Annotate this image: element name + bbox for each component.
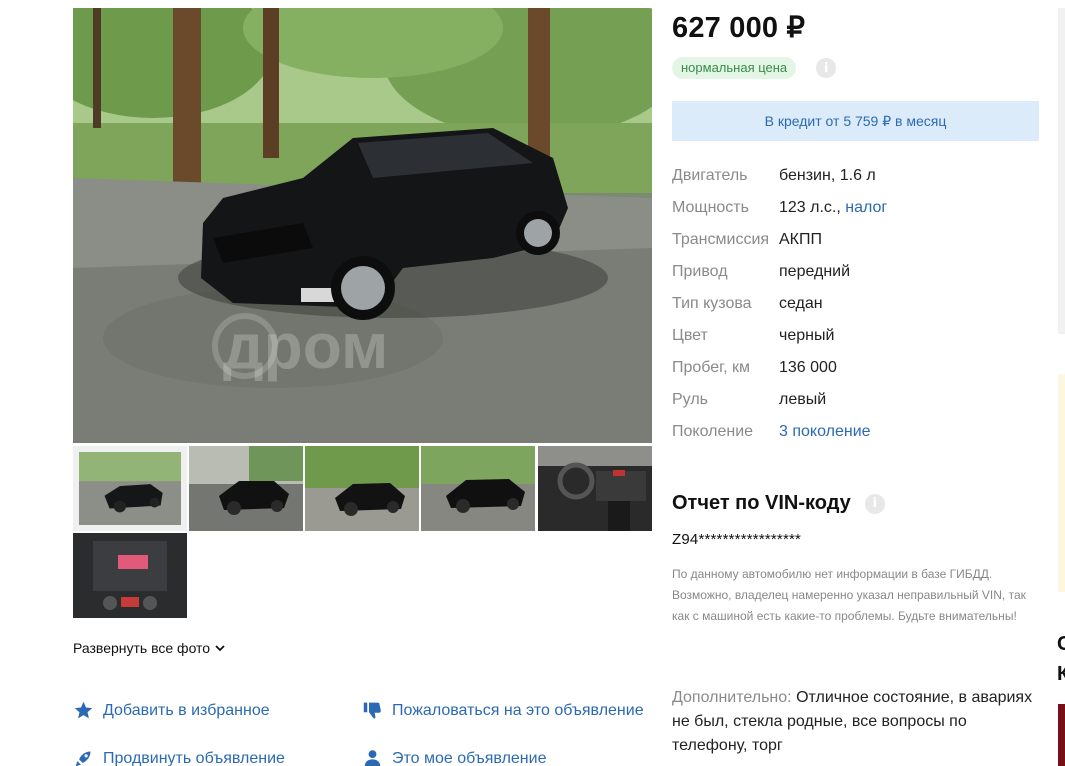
spec-row-wheel: Руль левый bbox=[672, 384, 1052, 416]
my-listing-label: Это мое объявление bbox=[392, 749, 547, 766]
promote-listing-button[interactable]: Продвинуть объявление bbox=[73, 748, 285, 766]
vin-warning-note: По данному автомобилю нет информации в б… bbox=[672, 567, 1026, 623]
generation-link[interactable]: 3 поколение bbox=[779, 423, 871, 440]
thumbnail-5[interactable] bbox=[538, 446, 652, 531]
add-to-favorites-button[interactable]: Добавить в избранное bbox=[73, 700, 270, 721]
spec-value: бензин, 1.6 л bbox=[779, 167, 876, 184]
expand-photos-label: Развернуть все фото bbox=[73, 640, 211, 656]
vin-code: Z94***************** bbox=[672, 531, 802, 548]
spec-label: Руль bbox=[672, 391, 708, 408]
spec-value: АКПП bbox=[779, 231, 822, 248]
spec-row-engine: Двигатель бензин, 1.6 л bbox=[672, 160, 1052, 192]
price: 627 000 ₽ bbox=[672, 12, 806, 44]
thumbnail-image bbox=[79, 452, 181, 525]
spec-label: Мощность bbox=[672, 199, 749, 216]
thumbnail-image bbox=[73, 533, 187, 618]
credit-offer-button[interactable]: В кредит от 5 759 ₽ в месяц bbox=[672, 101, 1039, 141]
thumbnail-image bbox=[305, 446, 419, 531]
rocket-icon bbox=[75, 751, 91, 766]
right-ad-fragment bbox=[1058, 704, 1065, 766]
spec-value: левый bbox=[779, 391, 827, 408]
price-rating-badge: нормальная цена bbox=[672, 57, 797, 79]
spec-value-text: 123 л.с., bbox=[779, 199, 841, 216]
price-rating-row: нормальная цена i bbox=[672, 57, 837, 79]
expand-photos-link[interactable]: Развернуть все фото bbox=[73, 640, 226, 656]
spec-row-generation: Поколение 3 поколение bbox=[672, 416, 1052, 448]
my-listing-button[interactable]: Это мое объявление bbox=[362, 748, 546, 766]
thumbnail-2[interactable] bbox=[189, 446, 303, 531]
promote-listing-label: Продвинуть объявление bbox=[103, 749, 285, 766]
tax-link[interactable]: налог bbox=[845, 199, 887, 216]
spec-label: Привод bbox=[672, 263, 728, 280]
watermark-text: дром bbox=[223, 310, 388, 382]
info-icon[interactable]: i bbox=[864, 493, 885, 514]
spec-label: Пробег, км bbox=[672, 359, 750, 376]
right-sidebar-fragment bbox=[1058, 8, 1065, 334]
right-heading-fragment: С К bbox=[1057, 633, 1065, 685]
thumbnail-image bbox=[189, 446, 303, 531]
spec-value: передний bbox=[779, 263, 851, 280]
spec-value: 136 000 bbox=[779, 359, 837, 376]
star-icon bbox=[74, 701, 93, 719]
user-icon bbox=[364, 750, 381, 766]
spec-label: Трансмиссия bbox=[672, 231, 770, 248]
spec-value: седан bbox=[779, 295, 823, 312]
info-icon[interactable]: i bbox=[816, 58, 837, 78]
spec-row-transmission: Трансмиссия АКПП bbox=[672, 224, 1052, 256]
vin-report-title: Отчет по VIN-коду i bbox=[672, 492, 885, 515]
add-to-favorites-label: Добавить в избранное bbox=[103, 701, 270, 719]
chevron-down-icon bbox=[215, 645, 225, 652]
thumbnail-3[interactable] bbox=[305, 446, 419, 531]
additional-info-label: Дополнительно: bbox=[672, 689, 792, 706]
thumbnail-4[interactable] bbox=[421, 446, 535, 531]
thumbnail-1-selected[interactable] bbox=[73, 446, 187, 531]
spec-value: черный bbox=[779, 327, 835, 344]
report-listing-label: Пожаловаться на это объявление bbox=[392, 701, 644, 719]
specs-table: Двигатель бензин, 1.6 л Мощность 123 л.с… bbox=[672, 160, 1052, 448]
car-photo-image: дром bbox=[73, 8, 652, 443]
main-photo[interactable]: дром bbox=[73, 8, 652, 443]
thumbnail-image bbox=[538, 446, 652, 531]
thumbnail-6[interactable] bbox=[73, 533, 187, 618]
spec-value: 123 л.с., налог bbox=[779, 199, 887, 217]
spec-label: Тип кузова bbox=[672, 295, 752, 312]
spec-row-power: Мощность 123 л.с., налог bbox=[672, 192, 1052, 224]
spec-row-color: Цвет черный bbox=[672, 320, 1052, 352]
report-listing-button[interactable]: Пожаловаться на это объявление bbox=[362, 700, 644, 721]
vin-report-title-text: Отчет по VIN-коду bbox=[672, 492, 851, 514]
right-banner-fragment bbox=[1058, 374, 1065, 592]
additional-info: Дополнительно: Отличное состояние, в ава… bbox=[672, 686, 1044, 758]
spec-value: 3 поколение bbox=[779, 423, 871, 441]
thumbs-down-icon bbox=[363, 702, 381, 719]
spec-label: Цвет bbox=[672, 327, 708, 344]
thumbnail-image bbox=[421, 446, 535, 531]
spec-row-drive: Привод передний bbox=[672, 256, 1052, 288]
spec-row-mileage: Пробег, км 136 000 bbox=[672, 352, 1052, 384]
spec-label: Двигатель bbox=[672, 167, 748, 184]
spec-label: Поколение bbox=[672, 423, 754, 440]
spec-row-body-type: Тип кузова седан bbox=[672, 288, 1052, 320]
